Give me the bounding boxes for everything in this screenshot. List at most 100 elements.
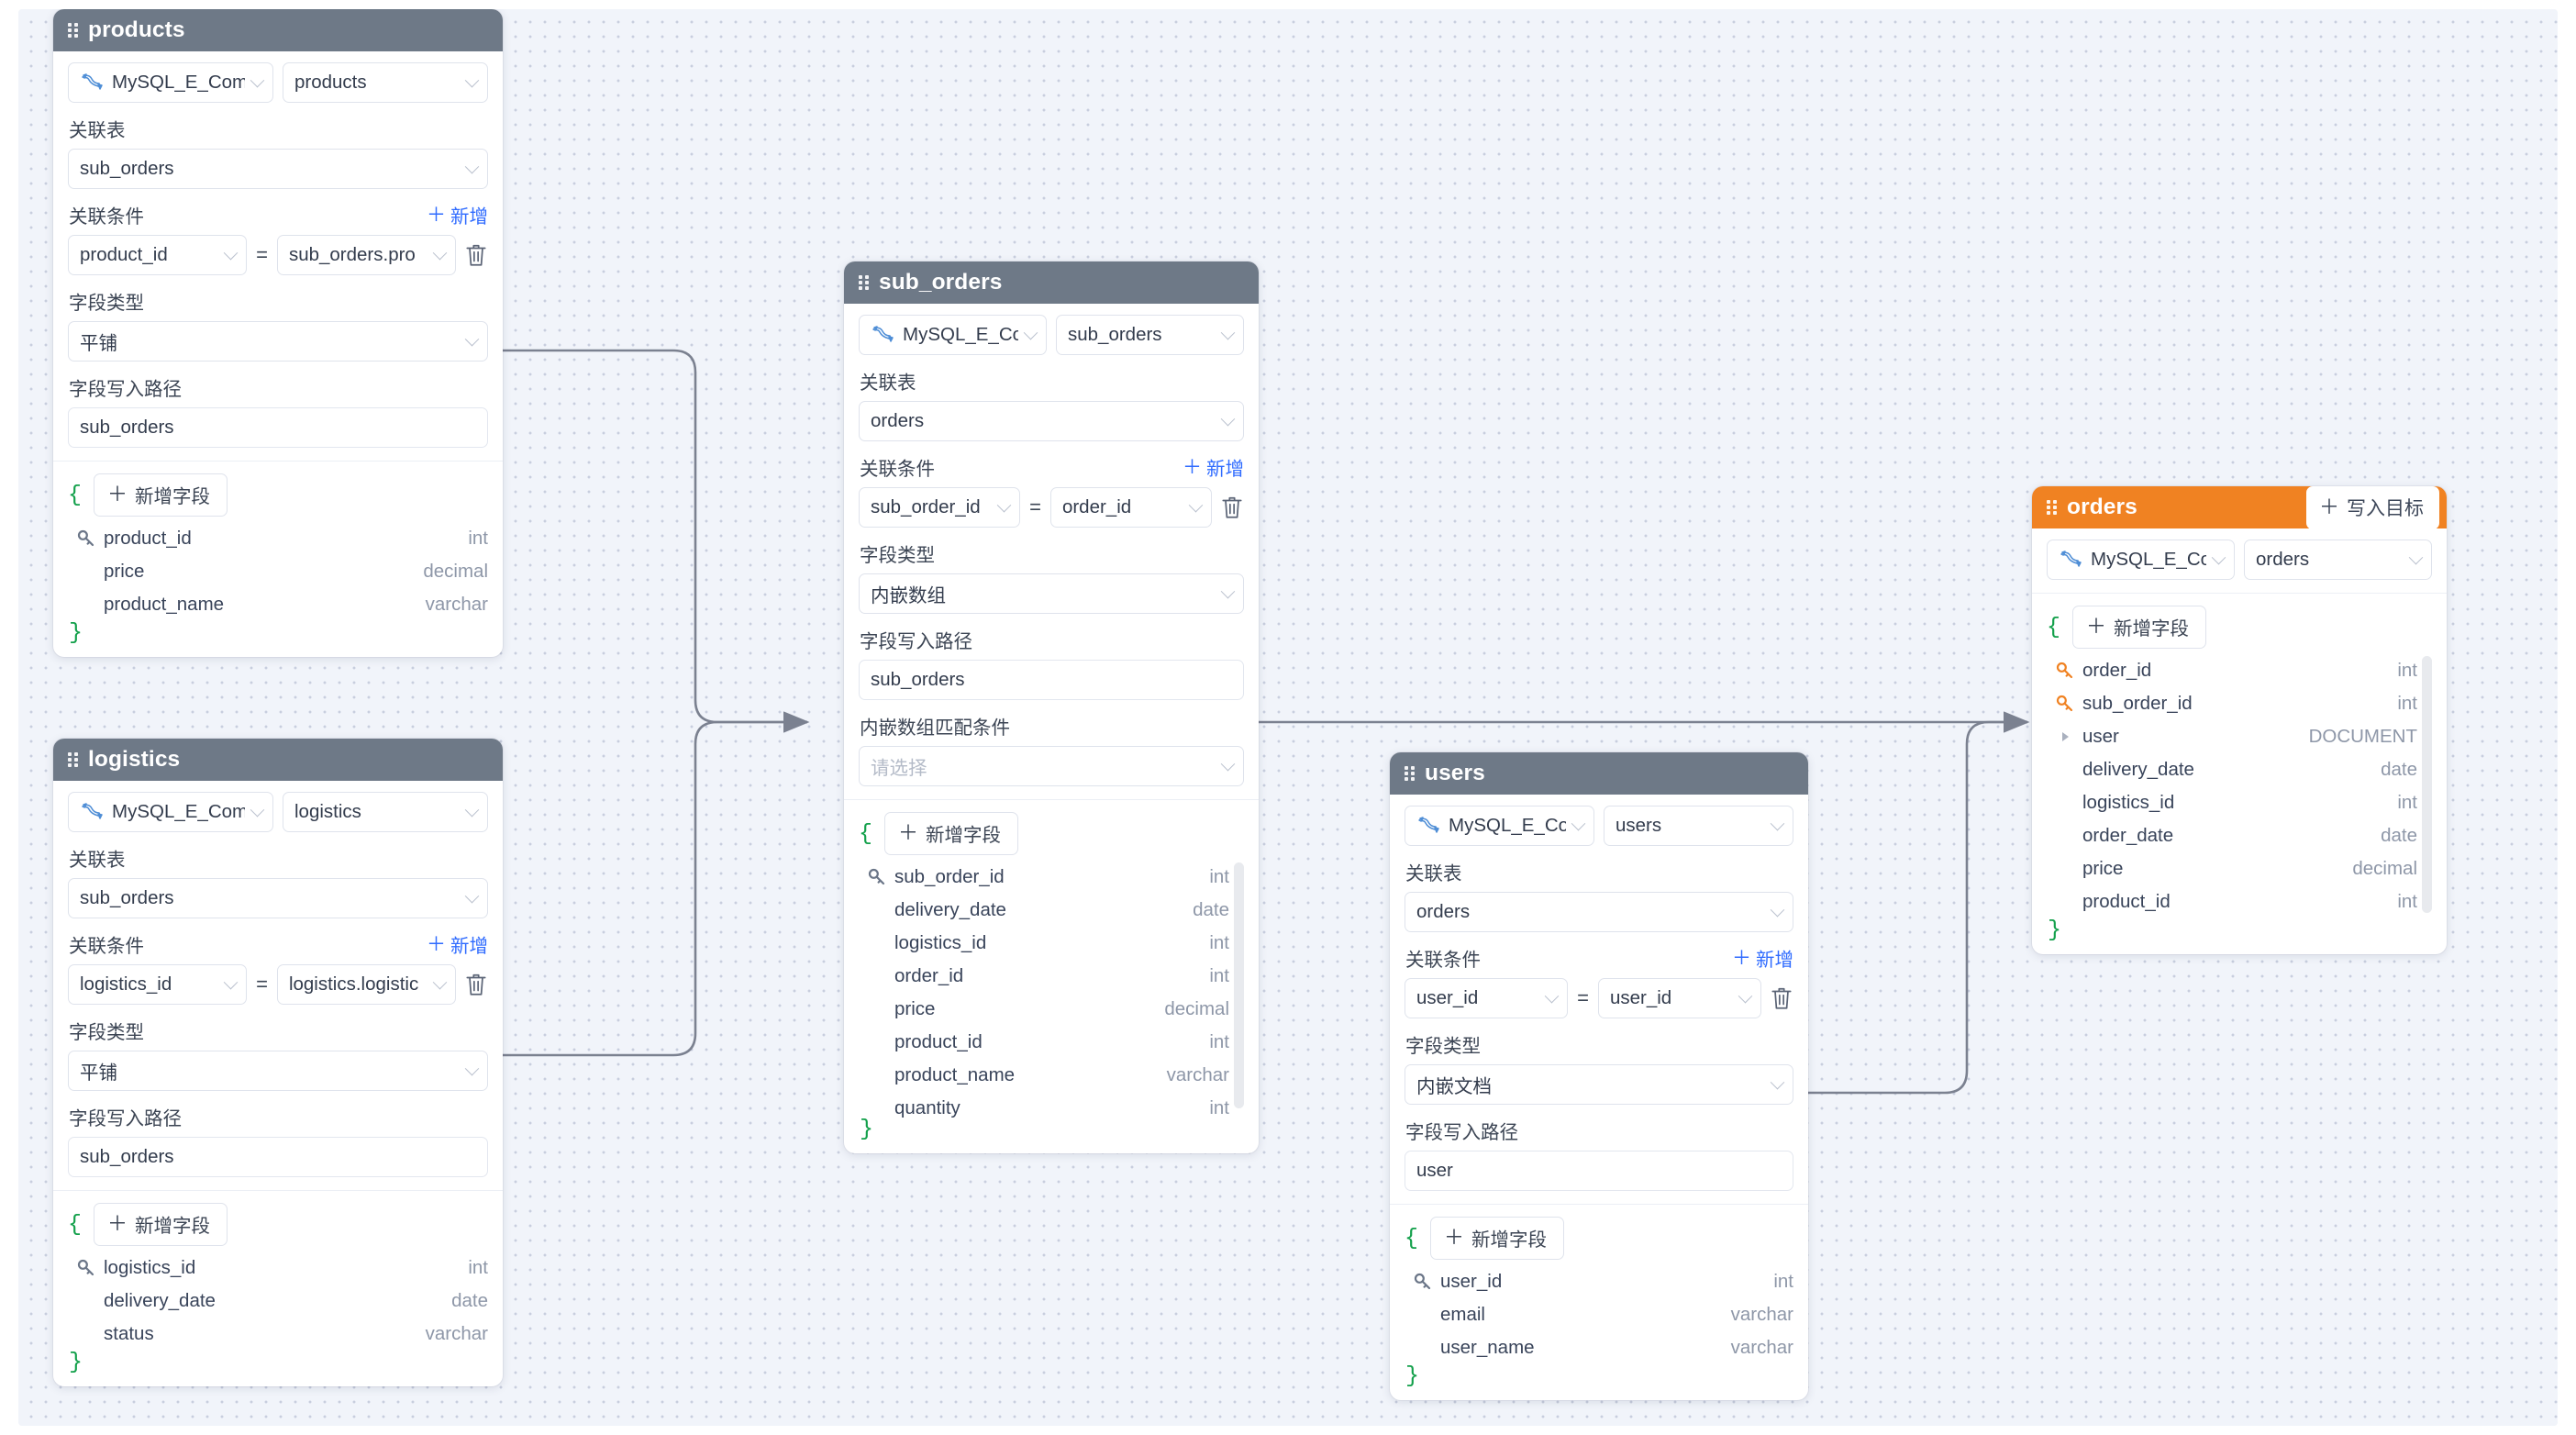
- field-row[interactable]: sub_order_id int: [859, 861, 1229, 894]
- related-table-select[interactable]: sub_orders: [68, 878, 488, 918]
- delete-condition-icon[interactable]: [1770, 985, 1793, 1011]
- connection-select[interactable]: MySQL_E_Comm: [2047, 540, 2235, 580]
- condition-right-select[interactable]: logistics.logistic: [277, 964, 456, 1005]
- related-table-select[interactable]: orders: [1405, 892, 1793, 932]
- join-condition-row: user_id = user_id: [1405, 978, 1793, 1018]
- field-row[interactable]: product_name varchar: [859, 1059, 1229, 1092]
- add-field-button[interactable]: ＋ 新增字段: [2072, 606, 2206, 649]
- table-select[interactable]: products: [283, 62, 488, 103]
- add-condition-button[interactable]: ＋ 新增: [427, 201, 488, 228]
- plus-icon: ＋: [898, 823, 918, 843]
- card-users[interactable]: users MySQL_E_Comm users 关联表 orders: [1390, 752, 1808, 1400]
- card-orders[interactable]: orders ＋ 写入目标 MySQL_E_Comm orders: [2032, 486, 2447, 954]
- related-table-select[interactable]: sub_orders: [68, 149, 488, 189]
- field-list[interactable]: order_id int sub_order_id int user DOCUM…: [2047, 654, 2432, 918]
- drag-handle-icon[interactable]: [68, 752, 78, 768]
- add-field-button[interactable]: ＋ 新增字段: [94, 473, 228, 517]
- connection-select[interactable]: MySQL_E_Comm: [68, 792, 273, 832]
- field-list[interactable]: sub_order_id int delivery_date date logi…: [859, 861, 1244, 1118]
- field-row[interactable]: product_name varchar: [68, 588, 488, 621]
- table-select[interactable]: users: [1604, 806, 1793, 846]
- field-row[interactable]: product_id int: [68, 522, 488, 555]
- condition-left-select[interactable]: user_id: [1405, 978, 1568, 1018]
- field-list-scrollbar[interactable]: [1234, 862, 1244, 1108]
- connection-select[interactable]: MySQL_E_Comm: [68, 62, 273, 103]
- field-list-scrollbar[interactable]: [2422, 656, 2432, 913]
- connection-select[interactable]: MySQL_E_Comm: [859, 315, 1047, 355]
- table-select[interactable]: logistics: [283, 792, 488, 832]
- condition-left-select[interactable]: sub_order_id: [859, 487, 1020, 528]
- add-field-button[interactable]: ＋ 新增字段: [1430, 1217, 1564, 1260]
- card-logistics[interactable]: logistics MySQL_E_Comm logistics 关联表 sub…: [53, 739, 503, 1386]
- card-header-orders[interactable]: orders ＋ 写入目标: [2032, 486, 2447, 528]
- field-row[interactable]: quantity int: [859, 1092, 1229, 1118]
- condition-right-select[interactable]: sub_orders.pro: [277, 235, 456, 275]
- field-row[interactable]: price decimal: [2047, 852, 2417, 885]
- delete-condition-icon[interactable]: [464, 972, 488, 997]
- write-path-input[interactable]: sub_orders: [68, 407, 488, 448]
- field-row[interactable]: order_id int: [859, 960, 1229, 993]
- field-name: delivery_date: [894, 899, 1193, 921]
- field-row[interactable]: logistics_id int: [859, 927, 1229, 960]
- condition-right-select[interactable]: order_id: [1050, 487, 1212, 528]
- condition-left-select[interactable]: product_id: [68, 235, 247, 275]
- field-row[interactable]: sub_order_id int: [2047, 687, 2417, 720]
- write-path-input[interactable]: sub_orders: [68, 1137, 488, 1177]
- card-sub-orders[interactable]: sub_orders MySQL_E_Comm sub_orders 关联表 o…: [844, 261, 1259, 1153]
- write-path-input[interactable]: user: [1405, 1151, 1793, 1191]
- field-type-select[interactable]: 内嵌数组: [859, 573, 1244, 614]
- card-header-products[interactable]: products: [53, 9, 503, 51]
- drag-handle-icon[interactable]: [68, 23, 78, 39]
- array-match-condition-select[interactable]: 请选择: [859, 746, 1244, 786]
- join-condition-label: 关联条件: [69, 930, 144, 958]
- connection-select[interactable]: MySQL_E_Comm: [1405, 806, 1594, 846]
- field-row[interactable]: user_name varchar: [1405, 1331, 1793, 1364]
- condition-left-select[interactable]: logistics_id: [68, 964, 247, 1005]
- expand-document-icon[interactable]: [2056, 732, 2074, 741]
- field-type-select[interactable]: 平铺: [68, 1051, 488, 1091]
- field-row[interactable]: delivery_date date: [859, 894, 1229, 927]
- field-row[interactable]: price decimal: [68, 555, 488, 588]
- card-products[interactable]: products MySQL_E_Comm products 关联表 sub_o…: [53, 9, 503, 657]
- add-field-button[interactable]: ＋ 新增字段: [884, 812, 1018, 855]
- drag-handle-icon[interactable]: [2047, 500, 2057, 516]
- delete-condition-icon[interactable]: [1220, 495, 1244, 520]
- condition-right-select[interactable]: user_id: [1598, 978, 1761, 1018]
- field-row[interactable]: delivery_date date: [2047, 753, 2417, 786]
- card-header-logistics[interactable]: logistics: [53, 739, 503, 781]
- write-target-button[interactable]: ＋ 写入目标: [2306, 486, 2439, 529]
- drag-handle-icon[interactable]: [1405, 766, 1415, 782]
- add-condition-button[interactable]: ＋ 新增: [1183, 453, 1244, 481]
- field-row[interactable]: email varchar: [1405, 1298, 1793, 1331]
- related-table-label: 关联表: [860, 367, 1244, 395]
- flow-canvas[interactable]: products MySQL_E_Comm products 关联表 sub_o…: [18, 9, 2558, 1426]
- delete-condition-icon[interactable]: [464, 242, 488, 268]
- field-row[interactable]: user_id int: [1405, 1265, 1793, 1298]
- card-header-sub-orders[interactable]: sub_orders: [844, 261, 1259, 304]
- field-type-select[interactable]: 内嵌文档: [1405, 1064, 1793, 1105]
- field-row[interactable]: product_id int: [2047, 885, 2417, 918]
- table-select[interactable]: orders: [2244, 540, 2432, 580]
- field-row[interactable]: logistics_id int: [2047, 786, 2417, 819]
- card-body-logistics: MySQL_E_Comm logistics 关联表 sub_orders 关联…: [53, 781, 503, 1386]
- drag-handle-icon[interactable]: [859, 275, 869, 291]
- field-type: int: [1209, 1097, 1229, 1118]
- table-select[interactable]: sub_orders: [1056, 315, 1244, 355]
- field-row[interactable]: order_date date: [2047, 819, 2417, 852]
- add-condition-button[interactable]: ＋ 新增: [427, 930, 488, 958]
- field-row[interactable]: status varchar: [68, 1318, 488, 1351]
- field-row[interactable]: product_id int: [859, 1026, 1229, 1059]
- field-row[interactable]: delivery_date date: [68, 1285, 488, 1318]
- field-type: varchar: [1167, 1064, 1229, 1086]
- add-field-button[interactable]: ＋ 新增字段: [94, 1203, 228, 1246]
- field-type-select[interactable]: 平铺: [68, 321, 488, 362]
- join-condition-row: product_id = sub_orders.pro: [68, 235, 488, 275]
- field-row[interactable]: order_id int: [2047, 654, 2417, 687]
- related-table-select[interactable]: orders: [859, 401, 1244, 441]
- card-header-users[interactable]: users: [1390, 752, 1808, 795]
- field-row[interactable]: logistics_id int: [68, 1251, 488, 1285]
- add-condition-button[interactable]: ＋ 新增: [1732, 944, 1793, 972]
- write-path-input[interactable]: sub_orders: [859, 660, 1244, 700]
- field-row[interactable]: user DOCUMENT: [2047, 720, 2417, 753]
- field-row[interactable]: price decimal: [859, 993, 1229, 1026]
